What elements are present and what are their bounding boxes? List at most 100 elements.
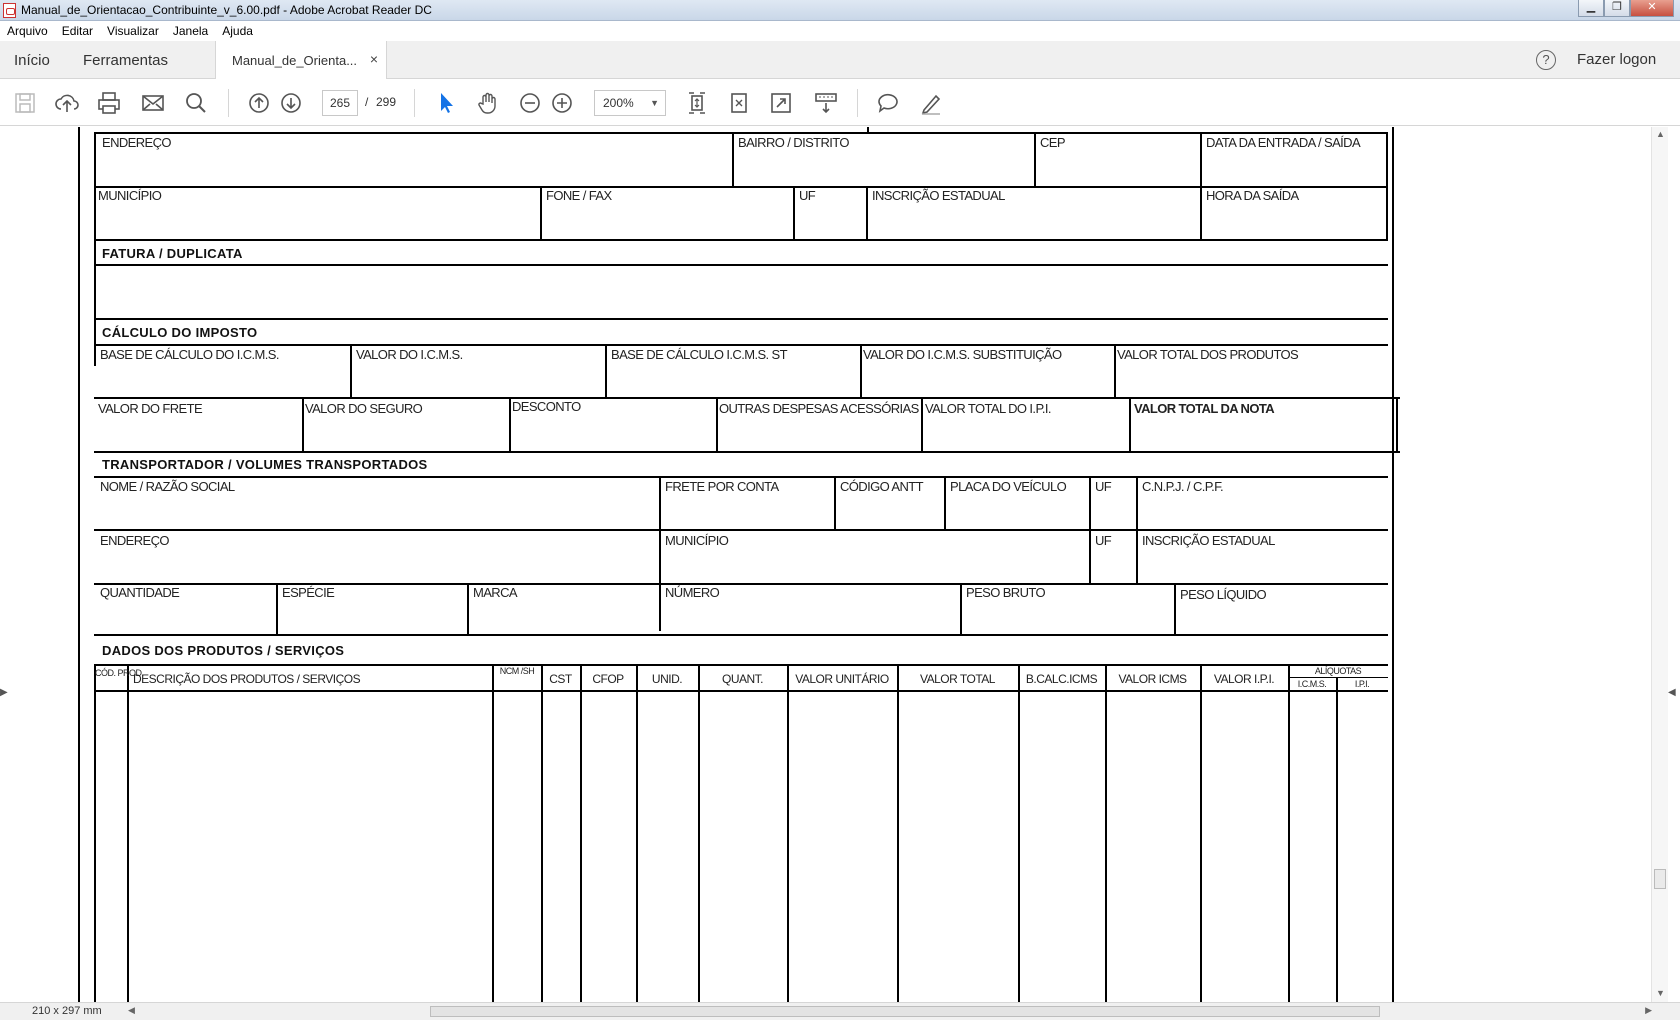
highlight-icon[interactable] xyxy=(918,90,944,116)
login-button[interactable]: Fazer logon xyxy=(1577,51,1656,68)
form-line xyxy=(866,186,868,240)
upload-icon[interactable] xyxy=(54,90,80,116)
label-frete-por-conta: FRETE POR CONTA xyxy=(665,479,779,494)
form-line xyxy=(467,583,469,635)
section-produtos-title: DADOS DOS PRODUTOS / SERVIÇOS xyxy=(102,643,345,658)
zoom-select[interactable]: 200% ▼ xyxy=(594,90,666,116)
help-icon[interactable]: ? xyxy=(1536,50,1556,70)
scroll-up-icon[interactable]: ▲ xyxy=(1656,129,1665,139)
col-ncm: NCM /SH xyxy=(499,666,535,676)
form-line xyxy=(94,186,1388,188)
comment-icon[interactable] xyxy=(875,90,901,116)
form-line xyxy=(94,664,96,1002)
page-number-input[interactable]: 265 xyxy=(322,90,358,116)
label-municipio: MUNICÍPIO xyxy=(98,188,162,203)
label-fone: FONE / FAX xyxy=(546,188,612,203)
form-line xyxy=(541,664,543,1002)
form-line xyxy=(94,451,1400,453)
menu-visualizar[interactable]: Visualizar xyxy=(100,24,166,38)
close-tab-icon[interactable]: × xyxy=(370,51,378,67)
maximize-button[interactable]: ❐ xyxy=(1604,0,1630,17)
tab-document[interactable]: Manual_de_Orienta... × xyxy=(215,41,387,79)
form-line xyxy=(580,664,582,1002)
label-valor-seguro: VALOR DO SEGURO xyxy=(305,401,423,416)
left-panel-toggle-icon[interactable]: ▶ xyxy=(0,687,8,698)
col-quant: QUANT. xyxy=(721,672,764,686)
vertical-scroll-thumb[interactable] xyxy=(1654,869,1666,889)
toolbar-separator xyxy=(228,89,229,117)
toolbar-separator xyxy=(857,89,858,117)
mail-icon[interactable] xyxy=(140,90,166,116)
form-line xyxy=(716,397,718,452)
form-line xyxy=(960,583,962,635)
col-valor-unitario: VALOR UNITÁRIO xyxy=(795,672,889,686)
label-data-entrada: DATA DA ENTRADA / SAÍDA xyxy=(1206,135,1361,150)
hand-icon[interactable] xyxy=(475,90,501,116)
page-total: 299 xyxy=(376,95,397,109)
form-line xyxy=(605,344,607,398)
save-icon[interactable] xyxy=(12,90,38,116)
menu-arquivo[interactable]: Arquivo xyxy=(0,24,55,38)
form-line xyxy=(1129,397,1131,452)
form-line xyxy=(350,344,352,398)
zoom-in-icon[interactable] xyxy=(549,90,575,116)
toolbar: 265 / 299 200% ▼ xyxy=(0,80,1680,126)
section-transportador-title: TRANSPORTADOR / VOLUMES TRANSPORTADOS xyxy=(102,457,428,472)
vertical-scrollbar[interactable]: ▲ ▼ xyxy=(1651,127,1668,1002)
section-calculo-title: CÁLCULO DO IMPOSTO xyxy=(102,325,258,340)
label-bairro: BAIRRO / DISTRITO xyxy=(738,135,850,150)
page-up-icon[interactable] xyxy=(246,90,272,116)
scroll-right-icon[interactable]: ▶ xyxy=(1645,1005,1652,1016)
document-area[interactable]: ▶ ◀ ENDEREÇO BAIRRO / DISTRITO CEP DATA … xyxy=(0,127,1680,1002)
form-line xyxy=(492,664,494,1002)
close-window-button[interactable]: ✕ xyxy=(1630,0,1674,17)
label-valor-total-produtos: VALOR TOTAL DOS PRODUTOS xyxy=(1117,347,1299,362)
zoom-out-icon[interactable] xyxy=(517,90,543,116)
right-panel-toggle-icon[interactable]: ◀ xyxy=(1668,687,1676,698)
print-icon[interactable] xyxy=(96,90,122,116)
fullscreen-icon[interactable] xyxy=(768,90,794,116)
title-bar: Manual_de_Orientacao_Contribuinte_v_6.00… xyxy=(0,0,1680,21)
form-line xyxy=(636,664,638,1002)
minimize-button[interactable]: ▁ xyxy=(1578,0,1604,17)
col-aliquota-icms: I.C.M.S. xyxy=(1297,679,1327,689)
tab-home[interactable]: Início xyxy=(14,52,50,69)
menu-editar[interactable]: Editar xyxy=(55,24,100,38)
label-especie: ESPÉCIE xyxy=(282,585,335,600)
label-endereco: ENDEREÇO xyxy=(102,135,171,150)
menu-ajuda[interactable]: Ajuda xyxy=(215,24,260,38)
page-down-icon[interactable] xyxy=(278,90,304,116)
horizontal-scroll-thumb[interactable] xyxy=(430,1006,1380,1017)
label-base-icms: BASE DE CÁLCULO DO I.C.M.S. xyxy=(100,347,279,362)
scroll-down-icon[interactable]: ▼ xyxy=(1656,988,1665,998)
form-line xyxy=(834,476,836,530)
horizontal-scrollbar[interactable]: ◀ ▶ xyxy=(122,1005,1652,1018)
label-nome-razao: NOME / RAZÃO SOCIAL xyxy=(100,479,235,494)
menu-bar: Arquivo Editar Visualizar Janela Ajuda xyxy=(0,21,1680,41)
select-icon[interactable] xyxy=(433,90,459,116)
form-line xyxy=(94,239,1388,241)
label-uf-transp: UF xyxy=(1095,533,1112,548)
label-placa-veiculo: PLACA DO VEÍCULO xyxy=(950,479,1067,494)
col-aliquotas: ALÍQUOTAS xyxy=(1314,666,1362,676)
scroll-mode-icon[interactable] xyxy=(813,90,839,116)
document-tab-label: Manual_de_Orienta... xyxy=(232,53,358,68)
label-codigo-antt: CÓDIGO ANTT xyxy=(840,479,924,494)
form-line xyxy=(1034,132,1036,187)
rotate-icon[interactable] xyxy=(726,90,752,116)
form-line xyxy=(276,583,278,635)
tab-tools[interactable]: Ferramentas xyxy=(83,52,168,69)
form-line xyxy=(1018,664,1020,1002)
menu-janela[interactable]: Janela xyxy=(166,24,215,38)
pdf-page: ENDEREÇO BAIRRO / DISTRITO CEP DATA DA E… xyxy=(78,127,1400,1002)
form-line xyxy=(921,397,923,452)
label-valor-icms: VALOR DO I.C.M.S. xyxy=(356,347,463,362)
status-bar: 210 x 297 mm ◀ ▶ xyxy=(0,1002,1680,1020)
zoom-value: 200% xyxy=(603,96,634,110)
form-line xyxy=(1336,677,1338,1002)
col-descricao: DESCRIÇÃO DOS PRODUTOS / SERVIÇOS xyxy=(133,672,361,686)
form-line xyxy=(94,529,1388,531)
search-icon[interactable] xyxy=(183,90,209,116)
scroll-left-icon[interactable]: ◀ xyxy=(128,1005,135,1016)
fit-page-icon[interactable] xyxy=(684,90,710,116)
